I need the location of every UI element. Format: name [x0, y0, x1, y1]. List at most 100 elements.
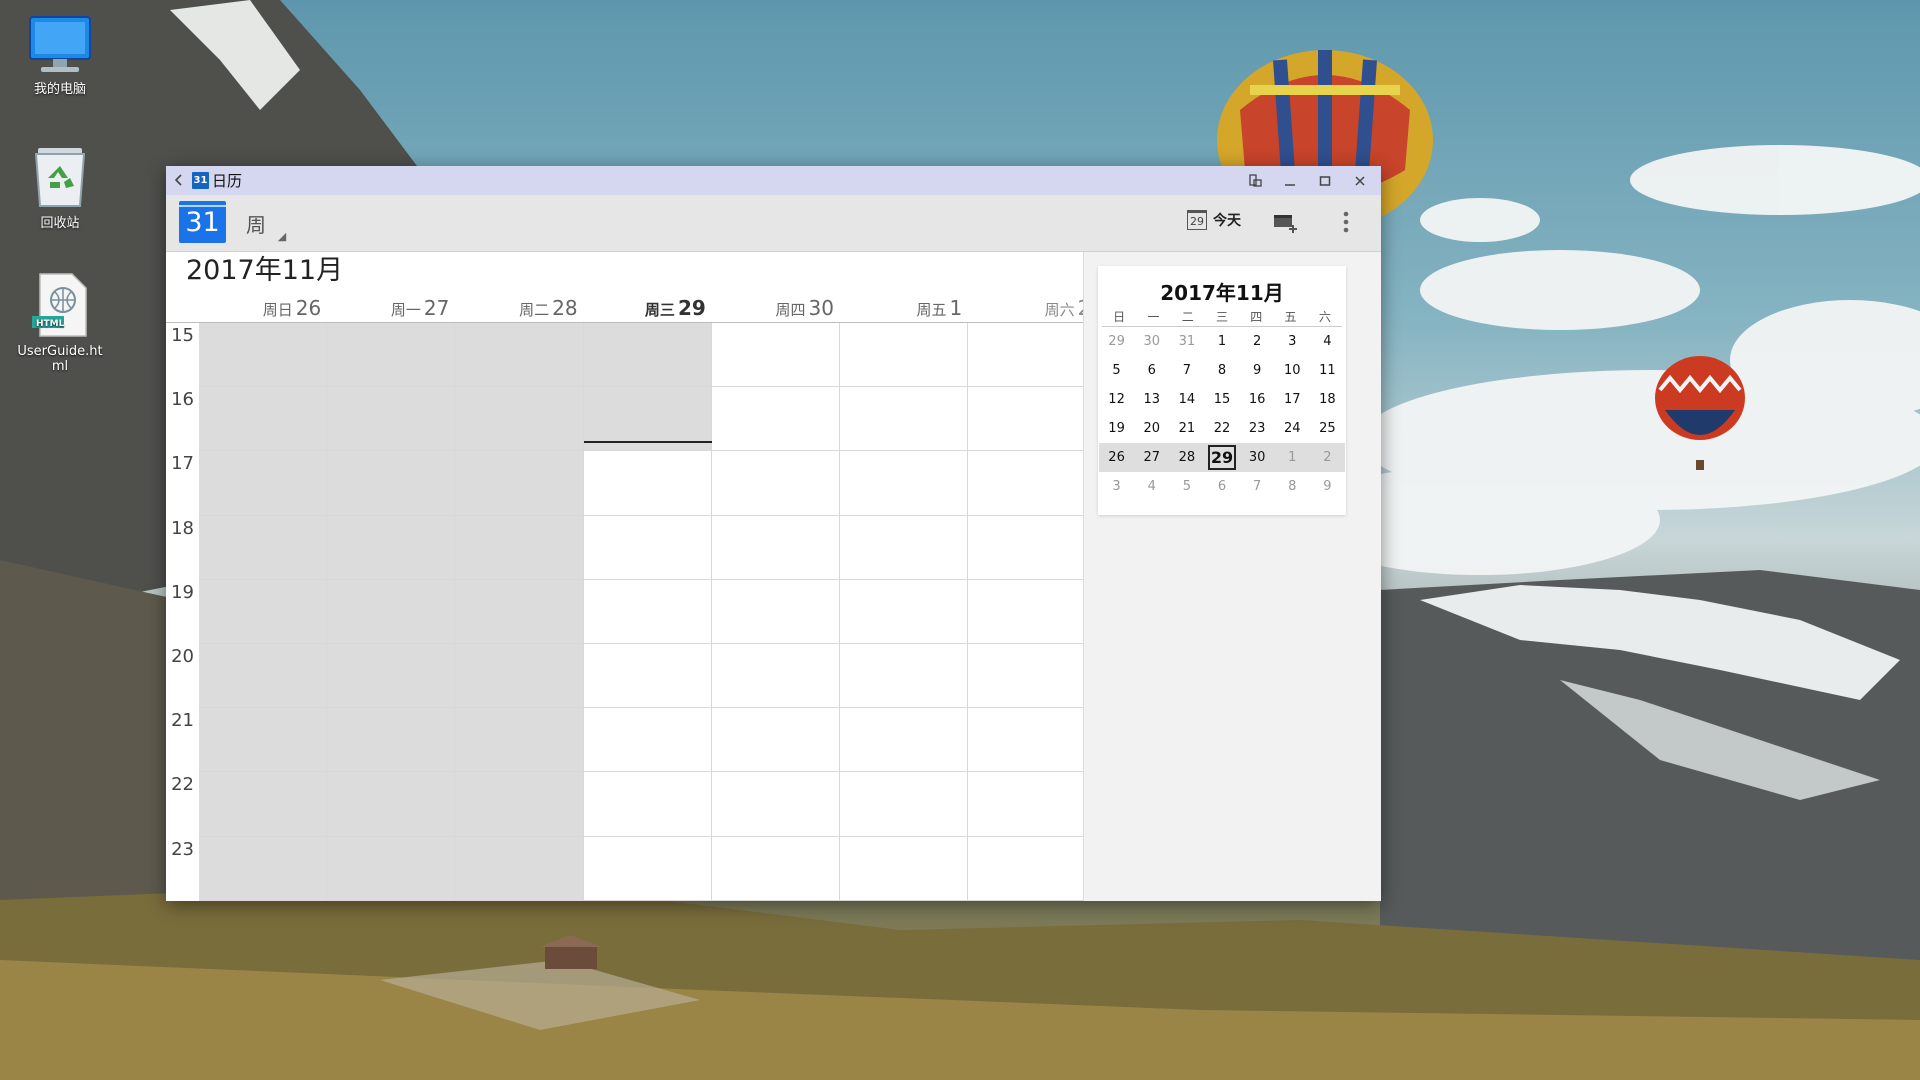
day-header-2[interactable]: 周二 28 — [455, 295, 583, 322]
day-header-1[interactable]: 周一 27 — [327, 295, 455, 322]
mini-date[interactable]: 28 — [1169, 443, 1204, 472]
mini-date[interactable]: 1 — [1204, 327, 1239, 356]
back-button[interactable] — [166, 172, 192, 190]
time-slot[interactable] — [840, 708, 969, 773]
mini-date[interactable]: 24 — [1275, 414, 1310, 443]
time-slot[interactable] — [840, 772, 969, 837]
time-slot[interactable] — [840, 644, 969, 709]
mini-date[interactable]: 2 — [1310, 443, 1345, 472]
time-slot[interactable] — [583, 515, 712, 580]
time-slot[interactable] — [840, 836, 969, 901]
day-header-0[interactable]: 周日 26 — [199, 295, 327, 322]
mini-date[interactable]: 12 — [1099, 385, 1134, 414]
time-slot[interactable] — [327, 708, 456, 773]
time-slot[interactable] — [583, 451, 712, 516]
time-slot[interactable] — [968, 323, 1097, 388]
mini-date[interactable]: 20 — [1134, 414, 1169, 443]
time-slot[interactable] — [583, 836, 712, 901]
time-slot[interactable] — [327, 323, 456, 388]
day-header-4[interactable]: 周四 30 — [712, 295, 840, 322]
close-button[interactable] — [1342, 166, 1377, 195]
time-slot[interactable] — [583, 708, 712, 773]
time-slot[interactable] — [199, 323, 328, 388]
time-slot[interactable] — [455, 772, 584, 837]
time-slot[interactable] — [455, 387, 584, 452]
mini-date[interactable]: 6 — [1134, 356, 1169, 385]
time-slot[interactable] — [327, 579, 456, 644]
time-slot[interactable] — [455, 579, 584, 644]
time-slot[interactable] — [199, 579, 328, 644]
mini-date[interactable]: 14 — [1169, 385, 1204, 414]
time-slot[interactable] — [455, 836, 584, 901]
time-slot[interactable] — [327, 515, 456, 580]
time-slot[interactable] — [711, 323, 840, 388]
day-header-5[interactable]: 周五 1 — [840, 295, 968, 322]
new-event-button[interactable] — [1271, 211, 1301, 239]
time-slot[interactable] — [711, 579, 840, 644]
mini-date[interactable]: 16 — [1240, 385, 1275, 414]
mini-date[interactable]: 13 — [1134, 385, 1169, 414]
time-slot[interactable] — [711, 451, 840, 516]
time-slot[interactable] — [455, 708, 584, 773]
mini-date[interactable]: 7 — [1240, 472, 1275, 501]
mini-date[interactable]: 7 — [1169, 356, 1204, 385]
day-header-6[interactable]: 周六2 — [968, 295, 1096, 322]
time-slot[interactable] — [968, 644, 1097, 709]
mini-date[interactable]: 5 — [1099, 356, 1134, 385]
today-button[interactable]: 29 今天 — [1187, 210, 1241, 230]
time-slot[interactable] — [711, 772, 840, 837]
time-slot[interactable] — [840, 387, 969, 452]
mini-date[interactable]: 17 — [1275, 385, 1310, 414]
mini-date[interactable]: 3 — [1099, 472, 1134, 501]
mini-date[interactable]: 5 — [1169, 472, 1204, 501]
desktop-icon-recycle-bin[interactable]: 回收站 — [14, 144, 106, 231]
more-options-button[interactable] — [1340, 209, 1352, 239]
mini-date[interactable]: 25 — [1310, 414, 1345, 443]
time-slot[interactable] — [199, 708, 328, 773]
time-slot[interactable] — [455, 515, 584, 580]
time-slot[interactable] — [711, 515, 840, 580]
mini-date[interactable]: 18 — [1310, 385, 1345, 414]
time-slot[interactable] — [327, 836, 456, 901]
view-mode-dropdown[interactable]: 周 — [246, 209, 294, 243]
maximize-button[interactable] — [1307, 166, 1342, 195]
mini-date[interactable]: 10 — [1275, 356, 1310, 385]
time-slot[interactable] — [199, 451, 328, 516]
time-slot[interactable] — [199, 387, 328, 452]
time-slot[interactable] — [583, 323, 712, 388]
time-slot[interactable] — [327, 772, 456, 837]
time-slot[interactable] — [711, 708, 840, 773]
time-slot[interactable] — [583, 644, 712, 709]
time-slot[interactable] — [840, 323, 969, 388]
mini-date[interactable]: 15 — [1204, 385, 1239, 414]
mini-date[interactable]: 2 — [1240, 327, 1275, 356]
mini-date[interactable]: 23 — [1240, 414, 1275, 443]
mini-date[interactable]: 19 — [1099, 414, 1134, 443]
time-slot[interactable] — [455, 451, 584, 516]
time-slot[interactable] — [968, 836, 1097, 901]
mini-date[interactable]: 8 — [1275, 472, 1310, 501]
time-slot[interactable] — [199, 644, 328, 709]
mini-date[interactable]: 6 — [1204, 472, 1239, 501]
mini-date[interactable]: 22 — [1204, 414, 1239, 443]
time-slot[interactable] — [968, 708, 1097, 773]
minimize-button[interactable] — [1272, 166, 1307, 195]
time-slot[interactable] — [711, 836, 840, 901]
mini-date[interactable]: 4 — [1310, 327, 1345, 356]
time-slot[interactable] — [840, 451, 969, 516]
mini-date[interactable]: 8 — [1204, 356, 1239, 385]
time-slot[interactable] — [711, 387, 840, 452]
time-slot[interactable] — [968, 579, 1097, 644]
desktop-icon-userguide[interactable]: HTML UserGuide.html — [14, 272, 106, 374]
mini-date[interactable]: 4 — [1134, 472, 1169, 501]
desktop-icon-my-computer[interactable]: 我的电脑 — [14, 14, 106, 97]
day-header-3[interactable]: 周三 29 — [584, 295, 712, 322]
time-slot[interactable] — [327, 387, 456, 452]
time-slot[interactable] — [199, 836, 328, 901]
mini-date[interactable]: 31 — [1169, 327, 1204, 356]
mini-date[interactable]: 21 — [1169, 414, 1204, 443]
mini-date[interactable]: 1 — [1275, 443, 1310, 472]
mini-date[interactable]: 27 — [1134, 443, 1169, 472]
time-slot[interactable] — [968, 515, 1097, 580]
time-slot[interactable] — [968, 451, 1097, 516]
